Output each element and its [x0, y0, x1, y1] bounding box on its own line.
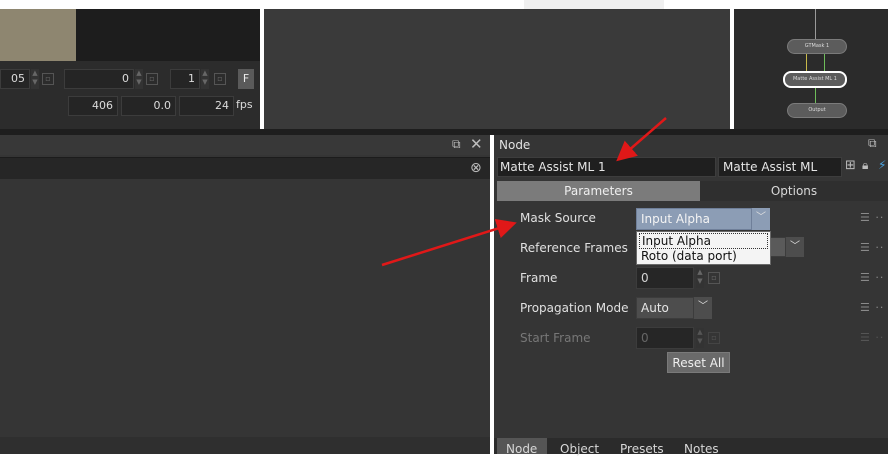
row-menu-icon: ☰ ··: [860, 331, 885, 344]
left-panel-header: [0, 135, 490, 155]
fps-label: fps: [236, 98, 253, 111]
start-frame-key-icon: ▫: [708, 332, 720, 344]
reference-frames-label: Reference Frames: [520, 241, 628, 255]
node-type-field: Matte Assist ML: [718, 157, 842, 177]
dropdown-option-roto[interactable]: Roto (data port): [639, 249, 737, 263]
row-menu-icon[interactable]: ☰ ··: [860, 211, 884, 224]
offset-field[interactable]: 0.0: [121, 96, 176, 116]
graph-node-output[interactable]: Output: [787, 103, 847, 118]
viewer-thumbnail: [0, 9, 76, 61]
tab-options[interactable]: Options: [700, 181, 888, 201]
tab-parameters[interactable]: Parameters: [497, 181, 700, 201]
start-spin-arrows[interactable]: ▲ ▼: [135, 69, 143, 89]
start-field[interactable]: 0: [64, 69, 134, 89]
top-edge-strip: [524, 0, 664, 9]
frame-param-spin[interactable]: ▲ ▼: [696, 268, 704, 288]
propagation-chevron-icon[interactable]: ﹀: [694, 297, 712, 319]
fps-field[interactable]: 24: [179, 96, 234, 116]
node-name-field[interactable]: Matte Assist ML 1: [497, 157, 716, 177]
start-frame-field: 0: [636, 327, 694, 349]
start-key-icon[interactable]: ▫: [146, 73, 158, 85]
step-key-icon[interactable]: ▫: [214, 73, 226, 85]
frame-spin-arrows[interactable]: ▲ ▼: [31, 69, 39, 89]
left-panel: [0, 135, 490, 454]
step-spin-arrows[interactable]: ▲ ▼: [201, 69, 209, 89]
start-frame-spin: ▲ ▼: [696, 328, 704, 348]
dropdown-option-input-alpha[interactable]: Input Alpha: [639, 233, 768, 249]
f-button[interactable]: F: [238, 69, 254, 89]
graph-link-top: [815, 9, 816, 39]
mask-source-label: Mask Source: [520, 211, 596, 225]
mask-source-select[interactable]: Input Alpha: [636, 208, 752, 230]
bolt-icon[interactable]: ⚡︎: [878, 158, 886, 172]
graph-node-gtmask[interactable]: GTMask 1: [787, 39, 847, 54]
frame-label: Frame: [520, 271, 558, 285]
reset-all-button[interactable]: Reset All: [667, 352, 730, 373]
step-field[interactable]: 1: [170, 69, 200, 89]
frame-count-field[interactable]: 406: [68, 96, 118, 116]
add-icon[interactable]: ⊞: [845, 158, 856, 173]
viewer-area: [76, 9, 260, 61]
left-panel-footer: [0, 437, 490, 454]
node-undock-icon[interactable]: ⧉: [868, 136, 877, 151]
graph-link-yellow: [806, 54, 807, 72]
propagation-mode-select[interactable]: Auto: [636, 297, 694, 319]
reference-frames-chevron-icon[interactable]: ﹀: [786, 237, 804, 257]
frame-param-field[interactable]: 0: [636, 267, 694, 289]
graph-node-matte-assist[interactable]: Matte Assist ML 1: [783, 71, 847, 88]
lock-icon[interactable]: 🔒︎: [862, 158, 868, 173]
timeline-area: [264, 9, 730, 129]
left-search-input[interactable]: [0, 157, 490, 179]
row-menu-icon[interactable]: ☰ ··: [860, 241, 884, 254]
frame-param-key-icon[interactable]: ▫: [708, 272, 720, 284]
undock-icon[interactable]: ⧉: [452, 137, 461, 152]
graph-link-green: [824, 54, 825, 72]
close-icon[interactable]: ✕: [470, 135, 483, 153]
start-frame-label: Start Frame: [520, 331, 591, 345]
mask-source-chevron-icon[interactable]: ﹀: [752, 208, 770, 230]
node-panel-title: Node: [499, 138, 531, 152]
frame-field[interactable]: 05: [0, 69, 30, 89]
row-menu-icon[interactable]: ☰ ··: [860, 301, 884, 314]
propagation-mode-label: Propagation Mode: [520, 301, 629, 315]
clear-search-icon[interactable]: ⊗: [470, 160, 482, 176]
mask-source-dropdown-list[interactable]: Input Alpha Roto (data port): [636, 231, 771, 265]
row-menu-icon[interactable]: ☰ ··: [860, 271, 884, 284]
graph-link-output: [815, 88, 816, 104]
frame-key-icon[interactable]: ▫: [42, 73, 54, 85]
